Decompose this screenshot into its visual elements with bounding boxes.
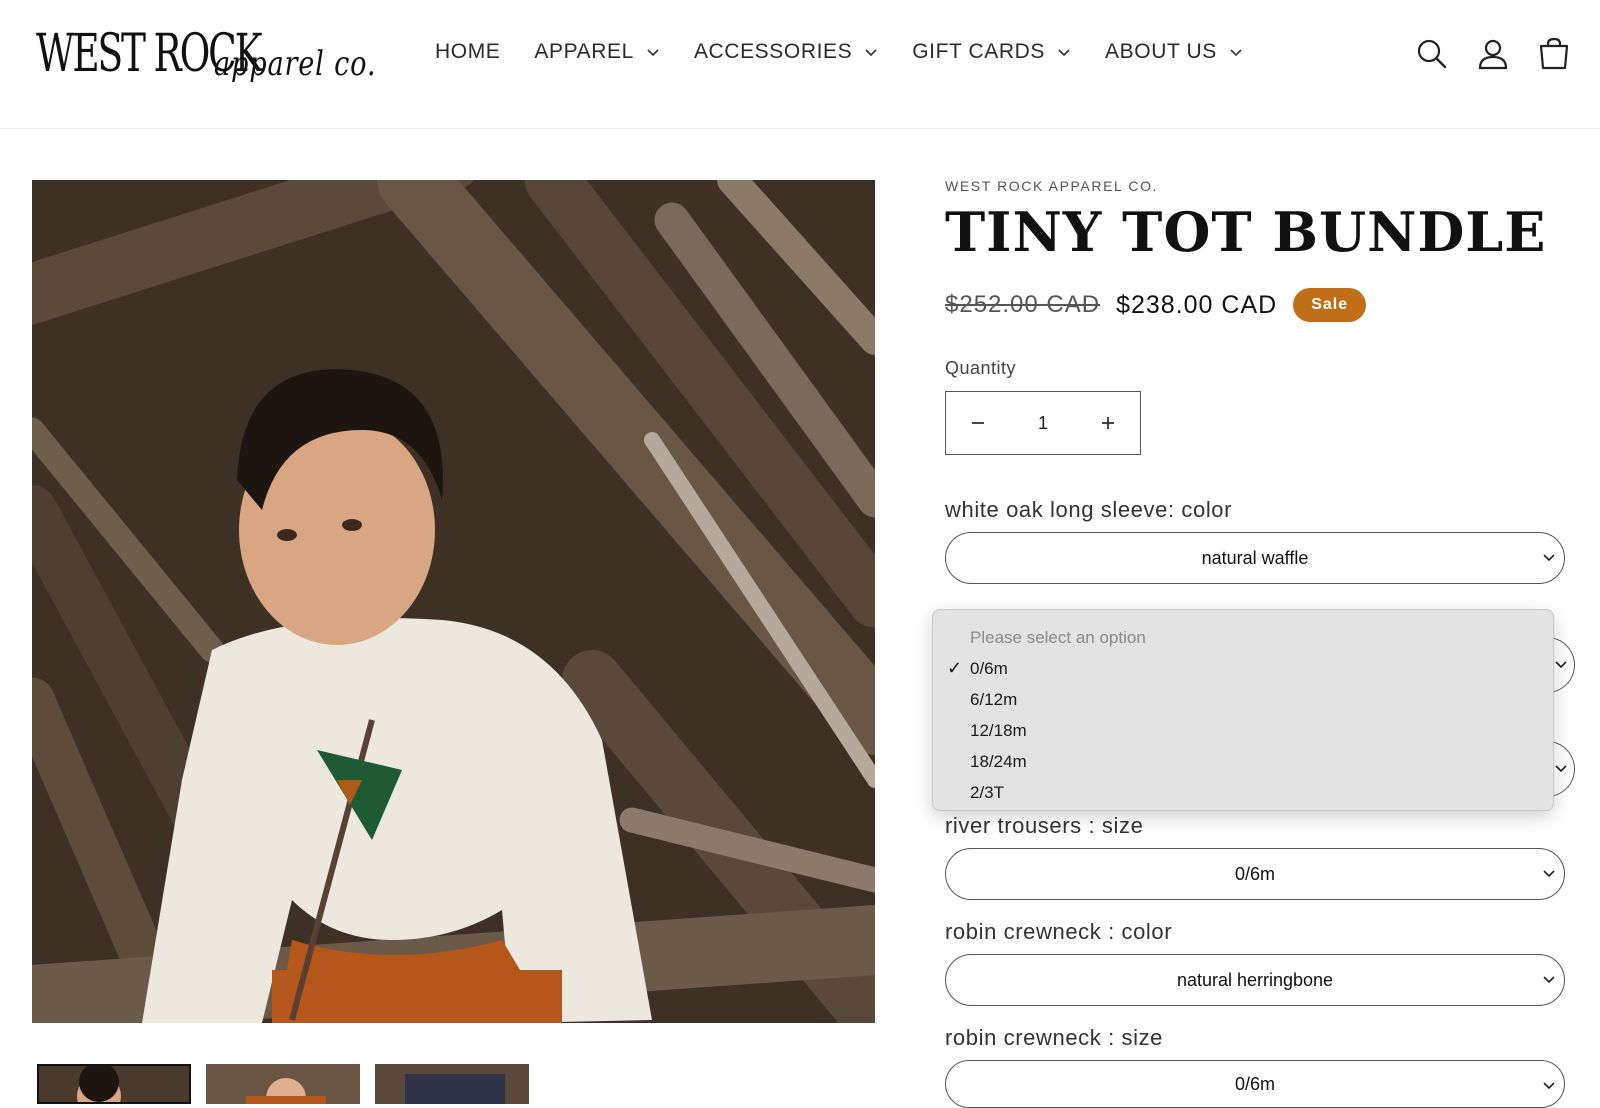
main-nav: HOME APPAREL ACCESSORIES GIFT CARDS ABOU… xyxy=(435,40,1277,64)
thumbnail-3[interactable] xyxy=(375,1064,529,1104)
dropdown-option[interactable]: 2/3T xyxy=(933,777,1553,808)
chevron-down-icon xyxy=(1555,765,1567,773)
thumbnail-image xyxy=(39,1066,189,1102)
product-vendor: WEST ROCK APPAREL CO. xyxy=(945,178,1159,194)
select-robin-crewneck-size[interactable]: 0/6m xyxy=(945,1060,1565,1108)
nav-item-gift-cards[interactable]: GIFT CARDS xyxy=(912,40,1071,64)
chevron-down-icon xyxy=(1543,554,1555,562)
option-label-robin-crewneck-color: robin crewneck : color xyxy=(945,919,1173,944)
sale-price: $238.00 CAD xyxy=(1116,290,1278,319)
cart-icon[interactable] xyxy=(1536,36,1572,72)
quantity-input[interactable]: 1 xyxy=(1010,413,1076,434)
chevron-down-icon xyxy=(1543,976,1555,984)
select-river-trousers-size[interactable]: 0/6m xyxy=(945,848,1565,900)
dropdown-option[interactable]: 6/12m xyxy=(933,684,1553,715)
select-white-oak-color[interactable]: natural waffle xyxy=(945,532,1565,584)
nav-label: HOME xyxy=(435,40,501,63)
product-photo xyxy=(32,180,875,1023)
thumbnail-1[interactable] xyxy=(37,1064,191,1104)
header-icons xyxy=(1389,36,1572,72)
nav-label: APPAREL xyxy=(534,40,634,63)
select-value: natural herringbone xyxy=(1176,969,1334,990)
chevron-down-icon xyxy=(1230,49,1242,57)
nav-label: GIFT CARDS xyxy=(912,40,1046,63)
select-value: 0/6m xyxy=(1234,1073,1276,1094)
checkmark-icon: ✓ xyxy=(947,658,963,678)
dropdown-option-label: 12/18m xyxy=(970,721,1027,740)
select-robin-crewneck-color[interactable]: natural herringbone xyxy=(945,954,1565,1006)
site-header: WEST ROCK apparel co. HOME APPAREL ACCES… xyxy=(0,0,1600,129)
chevron-down-icon xyxy=(1543,870,1555,878)
dropdown-option-label: 2/3T xyxy=(970,783,1005,802)
dropdown-placeholder: Please select an option xyxy=(970,628,1146,647)
thumbnail-image xyxy=(206,1064,360,1104)
logo[interactable]: WEST ROCK apparel co. xyxy=(36,22,375,92)
nav-item-about-us[interactable]: ABOUT US xyxy=(1105,40,1243,64)
dropdown-option-label: 18/24m xyxy=(970,752,1027,771)
dropdown-option[interactable]: 12/18m xyxy=(933,715,1553,746)
size-dropdown-menu: Please select an option ✓ 0/6m 6/12m 12/… xyxy=(932,609,1554,811)
dropdown-option-label: 0/6m xyxy=(970,659,1008,678)
thumbnail-2[interactable] xyxy=(206,1064,360,1104)
nav-label: ACCESSORIES xyxy=(693,40,853,63)
price-row: $252.00 CAD $238.00 CAD Sale xyxy=(945,288,1367,322)
nav-item-accessories[interactable]: ACCESSORIES xyxy=(694,40,878,64)
chevron-down-icon xyxy=(1555,661,1567,669)
quantity-stepper: 1 xyxy=(945,391,1141,455)
minus-icon xyxy=(972,422,984,424)
quantity-increase-button[interactable] xyxy=(1076,392,1140,454)
option-label-white-oak-color: white oak long sleeve: color xyxy=(945,497,1233,522)
nav-item-home[interactable]: HOME xyxy=(435,40,500,64)
chevron-down-icon xyxy=(1058,49,1070,57)
nav-label: ABOUT US xyxy=(1105,40,1217,63)
option-label-river-trousers-size: river trousers : size xyxy=(945,813,1144,838)
search-icon[interactable] xyxy=(1414,36,1450,72)
dropdown-option-selected[interactable]: ✓ 0/6m xyxy=(933,653,1553,684)
product-main-image[interactable] xyxy=(32,180,875,1023)
account-icon[interactable] xyxy=(1475,36,1511,72)
quantity-label: Quantity xyxy=(945,358,1017,378)
dropdown-option-label: 6/12m xyxy=(970,690,1018,709)
plus-icon xyxy=(1102,417,1114,429)
chevron-down-icon xyxy=(647,49,659,57)
dropdown-option[interactable]: 18/24m xyxy=(933,746,1553,777)
select-value: natural waffle xyxy=(1201,547,1309,568)
chevron-down-icon xyxy=(1543,1082,1555,1090)
option-label-robin-crewneck-size: robin crewneck : size xyxy=(945,1025,1164,1050)
logo-script-text: apparel co. xyxy=(214,44,377,84)
chevron-down-icon xyxy=(865,49,877,57)
regular-price: $252.00 CAD xyxy=(945,291,1101,318)
quantity-decrease-button[interactable] xyxy=(946,392,1010,454)
thumbnail-image xyxy=(375,1064,529,1104)
sale-badge: Sale xyxy=(1293,288,1367,322)
select-value: 0/6m xyxy=(1234,863,1276,884)
nav-item-apparel[interactable]: APPAREL xyxy=(534,40,660,64)
thumbnail-strip xyxy=(37,1064,544,1104)
product-title: TINY TOT BUNDLE xyxy=(945,200,1547,264)
